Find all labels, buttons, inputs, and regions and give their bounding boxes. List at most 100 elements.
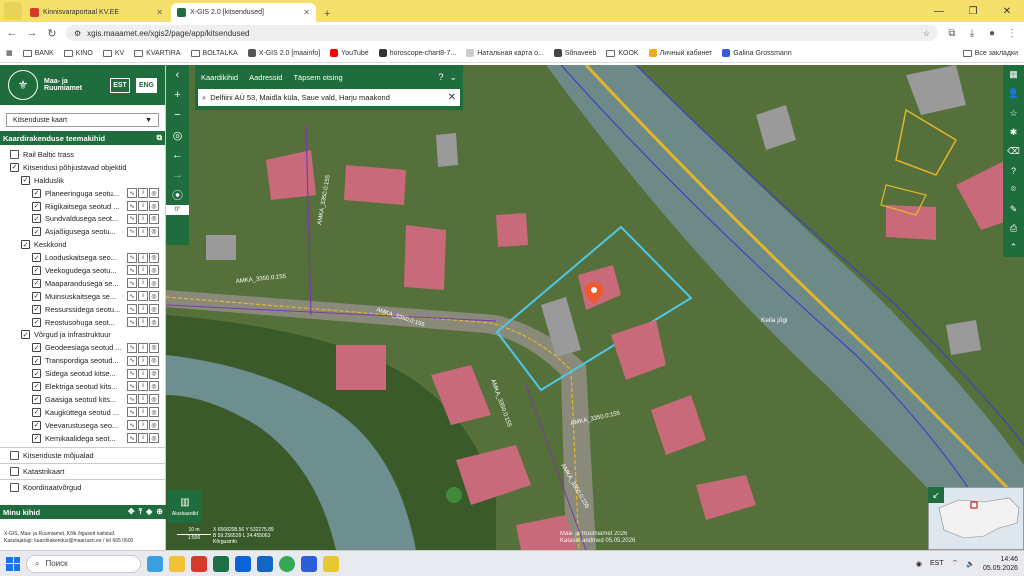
layer-row[interactable]: ✓ Riigikaitsega seotud ... ∿ i ◎ [0,200,165,213]
info-icon[interactable]: i [138,252,148,263]
forward-arrow-icon[interactable]: → [166,165,189,185]
settings-icon[interactable]: ◎ [149,188,159,199]
info-icon[interactable]: i [138,213,148,224]
info-icon[interactable]: i [138,201,148,211]
checkbox-checked[interactable]: ✓ [32,433,41,443]
settings-icon[interactable]: ◎ [149,368,159,379]
layer-row[interactable]: ✓ Geodeesiaga seotud ... ∿ i ◎ [0,341,165,354]
layer-row[interactable]: ✓ Gaasiga seotud kits... ∿ i ◎ [0,393,165,406]
add-icon[interactable]: ⊕ [156,507,163,517]
checkbox-checked[interactable]: ✓ [32,201,41,211]
checkbox-checked[interactable]: ✓ [21,330,30,340]
close-window-icon[interactable]: ✕ [990,6,1024,17]
checkbox-checked[interactable]: ✓ [32,369,41,379]
bookmark-item[interactable]: Sõnaveeb [553,49,596,57]
bookmark-item[interactable]: Galina Grossmann [722,49,792,57]
legend-icon[interactable]: ∿ [127,252,137,263]
settings-icon[interactable]: ◎ [149,394,159,405]
info-icon[interactable]: i [138,342,148,353]
map-select[interactable]: Kitsenduste kaart ▼ [6,113,159,127]
layers-stack-icon[interactable]: ⧉ [157,133,162,143]
bookmark-item[interactable]: BANK [22,49,54,57]
settings-icon[interactable]: ◎ [149,355,159,366]
widgets-app-icon[interactable] [147,555,163,572]
checkbox-checked[interactable]: ✓ [32,265,41,275]
location-pin-icon[interactable] [585,282,603,304]
layer-row[interactable]: ✓ Maaparandusega se... ∿ i ◎ [0,277,165,290]
info-icon[interactable]: i [138,420,148,431]
bookmark-item[interactable]: KVARTIRA [134,49,181,57]
info-icon[interactable]: i [138,317,148,328]
info-icon[interactable]: i [138,355,148,366]
print-icon[interactable]: ⎙ [1010,219,1017,238]
info-icon[interactable]: i [138,291,148,302]
bookmark-item[interactable]: Натальная карта о... [466,49,544,57]
layer-row[interactable]: ✓ Võrgud ja infrastruktuur [0,328,165,341]
layer-row[interactable]: ✓ Asjaõigusega seotu... ∿ i ◎ [0,225,165,238]
drop-icon[interactable]: ✱ [1010,123,1018,142]
info-icon[interactable]: i [138,433,148,444]
layer-row[interactable]: ✓ Transpordiga seotud... ∿ i ◎ [0,354,165,367]
legend-icon[interactable]: ∿ [127,407,137,418]
volume-icon[interactable]: 🔈 [966,560,975,568]
site-info-icon[interactable]: ⚙ [74,29,81,38]
legend-icon[interactable]: ∿ [127,394,137,405]
settings-icon[interactable]: ◎ [149,265,159,276]
layer-row[interactable]: ✓ Elektriga seotud kits... ∿ i ◎ [0,380,165,393]
lang-est-button[interactable]: EST [110,77,130,93]
checkbox-checked[interactable]: ✓ [21,175,30,185]
reload-icon[interactable]: ↻ [46,27,58,40]
browser-tab-xgis[interactable]: X-GIS 2.0 [kitsendused] ✕ [171,3,316,22]
settings-icon[interactable]: ◎ [149,291,159,302]
settings-icon[interactable]: ◎ [149,252,159,263]
close-tab-icon[interactable]: ✕ [303,8,310,17]
settings-icon[interactable]: ◎ [149,201,159,211]
checkbox-checked[interactable]: ✓ [10,162,19,172]
layer-row[interactable]: ✓ Looduskaitsega seo... ∿ i ◎ [0,251,165,264]
legend-icon[interactable]: ∿ [127,342,137,353]
compass-icon[interactable]: ⦿ [166,185,189,205]
settings-icon[interactable]: ◎ [149,278,159,289]
checkbox-unchecked[interactable] [10,466,19,476]
layer-row[interactable]: ✓ Kitsendusi põhjustavad objektid [0,161,165,174]
layer-row[interactable]: ✓ Sundvaldusega seot... ∿ i ◎ [0,212,165,225]
settings-icon[interactable]: ◎ [149,317,159,328]
checkbox-checked[interactable]: ✓ [32,356,41,366]
bookmark-item[interactable]: KINO [63,49,93,57]
checkbox-checked[interactable]: ✓ [32,227,41,237]
chrome-icon[interactable] [279,555,295,572]
checkbox-checked[interactable]: ✓ [21,240,30,250]
info-icon[interactable]: i [138,278,148,289]
new-tab-button[interactable]: + [318,8,336,22]
browser-tab-kv[interactable]: Kinnisvaraportaal KV.EE ✕ [24,3,169,22]
bookmark-item[interactable]: BOLTALKA [190,49,238,57]
layer-row[interactable]: ✓ Kemikaalidega seot... ∿ i ◎ [0,432,165,445]
checkbox-unchecked[interactable] [10,482,19,492]
tab-kaardikihid[interactable]: Kaardikihid [201,73,238,82]
checkbox-checked[interactable]: ✓ [32,343,41,353]
tab-menu-button[interactable] [4,2,22,20]
layer-row[interactable]: ✓ Ressurssidega seotu... ∿ i ◎ [0,303,165,316]
legend-icon[interactable]: ∿ [127,368,137,379]
settings-icon[interactable]: ◎ [149,381,159,392]
info-icon[interactable]: i [138,381,148,392]
layer-row[interactable]: Koordinaatvõrgud [0,479,165,492]
layer-row[interactable]: ✓ Keskkond [0,238,165,251]
collapse-search-icon[interactable]: ⌄ [449,72,457,83]
eraser-icon[interactable]: ⌫ [1007,142,1020,161]
checkbox-checked[interactable]: ✓ [32,407,41,417]
move-icon[interactable]: ✥ [128,507,135,517]
bookmark-item[interactable]: KOOK [606,49,639,57]
collapse-tools-icon[interactable]: ⌃ [1010,238,1018,257]
checkbox-checked[interactable]: ✓ [32,214,41,224]
bookmark-item[interactable]: YouTube [330,49,369,57]
bookmark-item[interactable]: KV [102,49,124,57]
info-icon[interactable]: i [138,226,148,237]
legend-icon[interactable]: ∿ [127,291,137,302]
checkbox-checked[interactable]: ✓ [32,253,41,263]
clear-search-icon[interactable]: ✕ [448,92,456,103]
legend-icon[interactable]: ∿ [127,355,137,366]
layer-row[interactable]: Rail Baltic trass [0,148,165,161]
expand-overview-icon[interactable]: ↙ [928,487,944,503]
map-canvas[interactable]: AMKA_3350.0:155 AMKA_3350.0:155 AMKA_335… [166,65,1024,550]
